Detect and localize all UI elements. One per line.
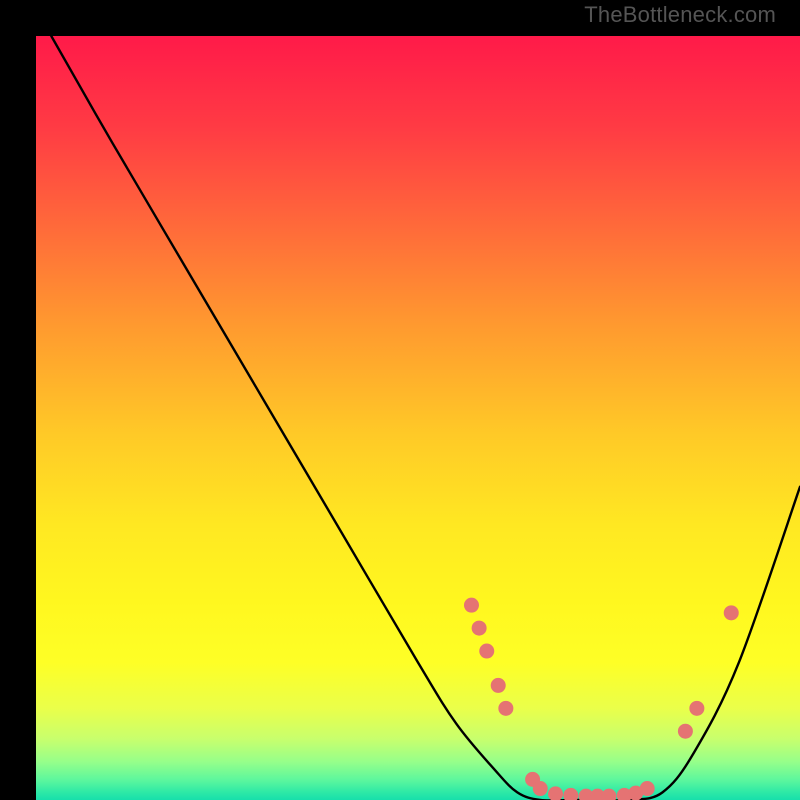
- chart-svg: [36, 36, 800, 800]
- curve-marker: [479, 644, 494, 659]
- curve-marker: [491, 678, 506, 693]
- curve-marker: [689, 701, 704, 716]
- curve-marker: [548, 786, 563, 800]
- bottleneck-curve: [51, 36, 800, 800]
- curve-marker: [640, 781, 655, 796]
- curve-marker: [602, 789, 617, 800]
- curve-marker: [678, 724, 693, 739]
- curve-marker: [724, 605, 739, 620]
- chart-frame: [18, 18, 782, 782]
- curve-marker: [472, 621, 487, 636]
- curve-marker: [563, 788, 578, 800]
- curve-marker: [533, 781, 548, 796]
- curve-marker: [464, 598, 479, 613]
- curve-marker: [498, 701, 513, 716]
- plot-area: [36, 36, 800, 800]
- curve-markers: [464, 598, 739, 800]
- attribution-text: TheBottleneck.com: [584, 2, 776, 28]
